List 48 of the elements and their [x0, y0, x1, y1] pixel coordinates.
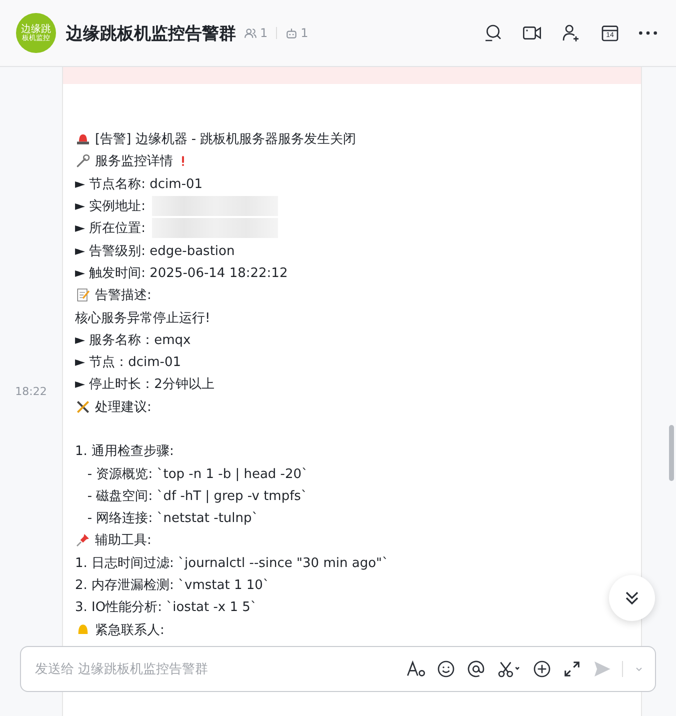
scrollbar-thumb[interactable]	[669, 425, 674, 481]
message-line: [告警] 边缘机器 - 跳板机服务器服务发生关闭	[95, 131, 356, 148]
message-line: ► 触发时间: 2025-06-14 18:22:12	[75, 264, 288, 282]
message-line: 3. IO性能分析: `iostat -x 1 5`	[75, 599, 257, 616]
message-line: ► 告警级别: edge-bastion	[75, 242, 235, 260]
message-line: ► 停止时长：2分钟以上	[75, 376, 214, 394]
message-input[interactable]: 发送给 边缘跳板机监控告警群	[33, 660, 396, 678]
format-button[interactable]	[406, 659, 426, 679]
group-title: 边缘跳板机监控告警群	[66, 22, 236, 44]
message-line: - 网络连接: `netstat -tulnp`	[86, 510, 258, 528]
font-format-icon	[406, 659, 426, 679]
send-icon	[592, 659, 612, 679]
message-line: 服务监控详情	[95, 153, 173, 170]
message-line: ► 节点名称: dcim-01	[75, 176, 203, 193]
message-line: ► 服务名称：emqx	[75, 332, 191, 349]
search-icon	[483, 23, 503, 43]
message-line: - 磁盘空间: `df -hT | grep -v tmpfs`	[86, 488, 308, 505]
message-line: 告警描述:	[95, 287, 152, 304]
add-user-icon	[561, 23, 581, 43]
smiley-icon	[436, 659, 456, 679]
mention-button[interactable]	[466, 659, 486, 679]
message-line: ► 所在位置:	[75, 220, 146, 238]
memo-icon	[75, 287, 91, 304]
members-icon	[244, 26, 257, 40]
message-line: - 资源概览: `top -n 1 -b | head -20`	[86, 466, 308, 483]
message-line: 紧急联系人:	[95, 622, 164, 639]
message-line: 2. 内存泄漏检测: `vmstat 1 10`	[75, 577, 270, 594]
plus-circle-icon	[532, 659, 552, 679]
more-icon	[639, 31, 657, 35]
message-line: ► 节点：dcim-01	[75, 354, 182, 372]
scissors-icon	[496, 659, 522, 679]
message-time: 18:22	[15, 385, 47, 398]
at-sign-icon	[466, 659, 486, 679]
screenshot-button[interactable]	[496, 659, 522, 679]
message-line: 辅助工具:	[95, 532, 152, 550]
message-line: ► 实例地址:	[75, 198, 146, 216]
emoji-button[interactable]	[436, 659, 456, 679]
pushpin-icon	[75, 532, 91, 548]
message-line: 1. 日志时间过滤: `journalctl --since "30 min ago"`	[75, 554, 389, 572]
bot-count: 1	[300, 26, 308, 40]
expand-button[interactable]	[562, 659, 582, 679]
message-line: 处理建议:	[95, 398, 152, 416]
expand-icon	[562, 659, 582, 679]
member-count: 1	[260, 26, 268, 40]
message-line: 1. 通用检查步骤:	[75, 443, 174, 460]
message-line: 核心服务异常停止运行!	[75, 310, 210, 327]
robot-icon	[284, 26, 298, 40]
add-button[interactable]	[532, 659, 552, 679]
